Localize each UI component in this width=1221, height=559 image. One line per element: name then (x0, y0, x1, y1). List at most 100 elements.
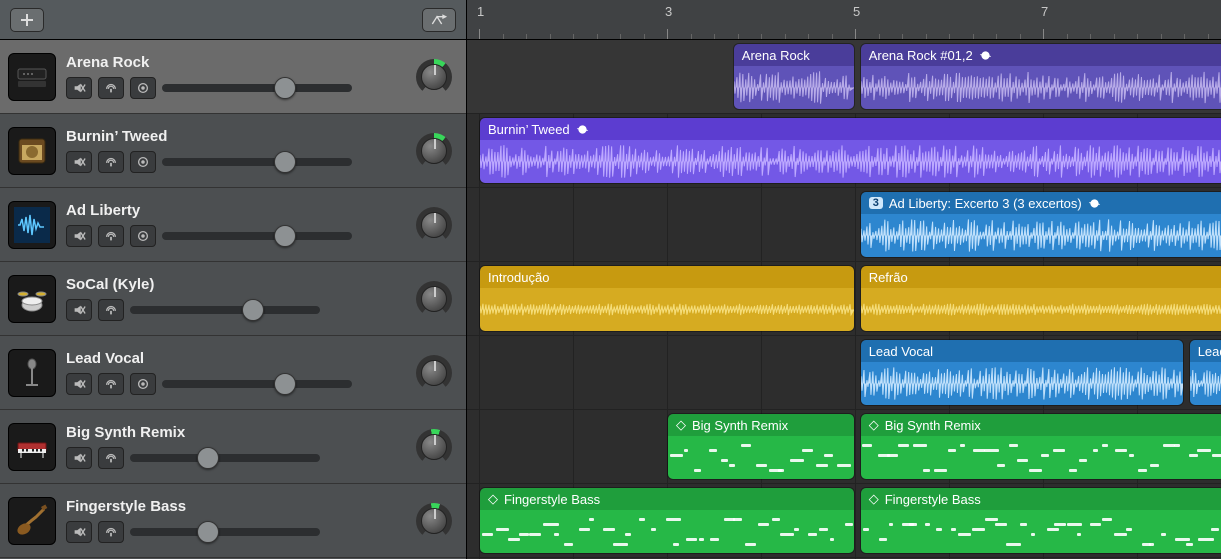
solo-button[interactable] (98, 447, 124, 469)
input-monitor-button[interactable] (130, 373, 156, 395)
plus-icon (19, 12, 35, 28)
pan-knob[interactable] (412, 351, 456, 395)
region[interactable]: ◇Fingerstyle Bass (860, 487, 1221, 554)
pan-knob[interactable] (412, 499, 456, 543)
region-label: Big Synth Remix (692, 418, 788, 433)
region[interactable]: ◇Big Synth Remix (860, 413, 1221, 480)
solo-button[interactable] (98, 373, 124, 395)
region-body (668, 436, 854, 479)
track-instrument-icon[interactable] (8, 423, 56, 471)
volume-slider[interactable] (130, 301, 320, 319)
automation-icon (431, 12, 447, 28)
region[interactable]: Refrão (860, 265, 1221, 332)
solo-button[interactable] (98, 521, 124, 543)
midi-region-icon: ◇ (488, 491, 498, 507)
volume-slider[interactable] (162, 227, 352, 245)
region-body (480, 510, 854, 553)
track-header[interactable]: Lead Vocal (0, 336, 466, 410)
track-header[interactable]: Burnin’ Tweed (0, 114, 466, 188)
volume-slider[interactable] (162, 375, 352, 393)
timeline-lane[interactable]: Burnin’ Tweed (467, 114, 1221, 188)
timeline[interactable]: Arena Rock Arena Rock #01,2 Burnin’ Tweed 3… (467, 40, 1221, 559)
timeline-lane[interactable]: Lead Vocal Lead (467, 336, 1221, 410)
main-area: Arena Rock Burnin’ Tweed Ad Liberty SoCal (… (0, 40, 1221, 559)
track-instrument-icon[interactable] (8, 201, 56, 249)
region-body (861, 66, 1221, 109)
garageband-tracks-area: 1357 Arena Rock Burnin’ Tweed Ad Liberty So… (0, 0, 1221, 559)
region[interactable]: ◇ Fingerstyle Bass (479, 487, 855, 554)
region[interactable]: 3Ad Liberty: Excerto 3 (3 excertos) (860, 191, 1221, 258)
volume-slider[interactable] (130, 523, 320, 541)
volume-slider[interactable] (130, 449, 320, 467)
input-monitor-button[interactable] (130, 225, 156, 247)
pan-knob[interactable] (412, 203, 456, 247)
track-body: SoCal (Kyle) (66, 276, 402, 321)
track-body: Big Synth Remix (66, 424, 402, 469)
region-header: Refrão (861, 266, 1221, 288)
track-instrument-icon[interactable] (8, 53, 56, 101)
track-instrument-icon[interactable] (8, 127, 56, 175)
volume-slider[interactable] (162, 79, 352, 97)
region-label: Fingerstyle Bass (504, 492, 600, 507)
input-monitor-button[interactable] (130, 151, 156, 173)
pan-knob[interactable] (412, 129, 456, 173)
region[interactable]: Lead Vocal (860, 339, 1184, 406)
track-header[interactable]: Arena Rock (0, 40, 466, 114)
solo-button[interactable] (98, 77, 124, 99)
region-label: Arena Rock (742, 48, 810, 63)
track-controls (66, 77, 402, 99)
mute-button[interactable] (66, 373, 92, 395)
mute-button[interactable] (66, 77, 92, 99)
region[interactable]: Lead (1189, 339, 1221, 406)
track-controls (66, 299, 402, 321)
region[interactable]: Introdução (479, 265, 855, 332)
region[interactable]: ◇Big Synth Remix (667, 413, 855, 480)
region-body (861, 510, 1221, 553)
add-track-button[interactable] (10, 8, 44, 32)
pan-knob[interactable] (412, 277, 456, 321)
mute-button[interactable] (66, 447, 92, 469)
track-instrument-icon[interactable] (8, 497, 56, 545)
region[interactable]: Arena Rock (733, 43, 855, 110)
loop-icon (1088, 197, 1101, 210)
track-instrument-icon[interactable] (8, 349, 56, 397)
track-instrument-icon[interactable] (8, 275, 56, 323)
timeline-lane[interactable]: ◇Big Synth Remix ◇Big Synth Remix (467, 410, 1221, 484)
track-header[interactable]: SoCal (Kyle) (0, 262, 466, 336)
input-monitor-button[interactable] (130, 77, 156, 99)
volume-slider[interactable] (162, 153, 352, 171)
automation-catch-button[interactable] (422, 8, 456, 32)
pan-knob[interactable] (412, 425, 456, 469)
mute-button[interactable] (66, 521, 92, 543)
track-controls (66, 447, 402, 469)
track-header[interactable]: Ad Liberty (0, 188, 466, 262)
timeline-lane[interactable]: Introdução Refrão (467, 262, 1221, 336)
region-header: Arena Rock (734, 44, 854, 66)
region-label: Arena Rock #01,2 (869, 48, 973, 63)
timeline-lane[interactable]: Arena Rock Arena Rock #01,2 (467, 40, 1221, 114)
ruler-number: 7 (1041, 4, 1048, 19)
solo-button[interactable] (98, 299, 124, 321)
region[interactable]: Burnin’ Tweed (479, 117, 1221, 184)
timeline-lane[interactable]: ◇Fingerstyle Bass◇Fingerstyle Bass (467, 484, 1221, 558)
track-header[interactable]: Big Synth Remix (0, 410, 466, 484)
track-name-label: Fingerstyle Bass (66, 498, 402, 515)
region-label: Big Synth Remix (885, 418, 981, 433)
solo-button[interactable] (98, 225, 124, 247)
region-header: Burnin’ Tweed (480, 118, 1221, 140)
region-header: Arena Rock #01,2 (861, 44, 1221, 66)
track-body: Burnin’ Tweed (66, 128, 402, 173)
track-controls (66, 373, 402, 395)
mute-button[interactable] (66, 225, 92, 247)
timeline-lane[interactable]: 3Ad Liberty: Excerto 3 (3 excertos) (467, 188, 1221, 262)
region-header: ◇Big Synth Remix (861, 414, 1221, 436)
region-header: ◇ Fingerstyle Bass (480, 488, 854, 510)
timeline-ruler[interactable]: 1357 (467, 0, 1221, 39)
pan-knob[interactable] (412, 55, 456, 99)
track-header[interactable]: Fingerstyle Bass (0, 484, 466, 558)
region[interactable]: Arena Rock #01,2 (860, 43, 1221, 110)
mute-button[interactable] (66, 299, 92, 321)
region-label: Lead Vocal (869, 344, 933, 359)
solo-button[interactable] (98, 151, 124, 173)
mute-button[interactable] (66, 151, 92, 173)
